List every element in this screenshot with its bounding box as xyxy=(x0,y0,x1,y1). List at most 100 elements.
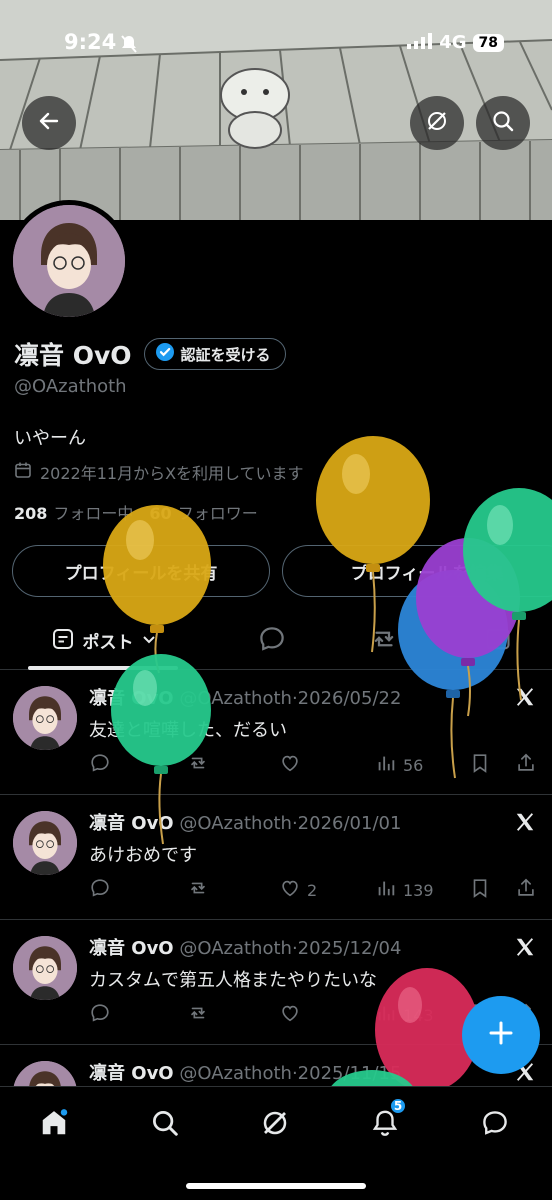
reply-icon xyxy=(89,877,111,903)
chat-icon xyxy=(480,1108,510,1142)
heart-icon xyxy=(279,1002,301,1028)
views-icon xyxy=(375,877,397,903)
post-header: 凛音 OvO @OAzathoth·2025/12/04 xyxy=(89,934,401,960)
post-avatar[interactable] xyxy=(13,811,77,875)
tab-posts[interactable]: ポスト xyxy=(28,612,178,669)
repost-tab-icon xyxy=(369,624,399,658)
like-button[interactable]: 2 xyxy=(279,877,317,903)
followers-count: 60 xyxy=(149,504,172,523)
followers-link[interactable]: 60 フォロワー xyxy=(149,500,257,524)
joined-text: 2022年11月からXを利用しています xyxy=(40,464,304,483)
share-button[interactable] xyxy=(515,877,537,903)
post-text: あけおめです xyxy=(89,845,197,866)
post-avatar[interactable] xyxy=(13,936,77,1000)
nav-home[interactable] xyxy=(34,1105,74,1145)
reply-button[interactable] xyxy=(89,877,111,903)
edit-profile-button[interactable]: プロフィールを編集 xyxy=(282,545,552,597)
views-icon xyxy=(375,752,397,778)
signal-icon xyxy=(407,32,433,53)
views-button[interactable]: 139 xyxy=(375,877,434,903)
search-button[interactable] xyxy=(476,96,530,150)
bookmark-button[interactable] xyxy=(469,877,491,903)
share-button[interactable] xyxy=(515,752,537,778)
following-label: フォロー中 xyxy=(53,504,134,523)
compose-post-button[interactable] xyxy=(462,996,540,1074)
post-text: カスタムで第五人格またやりたいな xyxy=(89,970,377,991)
post-row[interactable]: 凛音 OvO @OAzathoth·2026/05/22 友達と喧嘩した、だるい 5… xyxy=(0,670,552,795)
post-date: 2026/05/22 xyxy=(297,688,402,709)
search-icon xyxy=(491,109,515,137)
x-logo-icon[interactable] xyxy=(514,686,536,712)
reply-button[interactable] xyxy=(89,752,111,778)
bottom-navigation: 5 xyxy=(0,1086,552,1200)
views-icon xyxy=(375,1002,397,1028)
search-icon xyxy=(150,1108,180,1142)
tab-replies[interactable] xyxy=(230,612,314,669)
profile-name-row: 凛音 OvO 認証を受ける xyxy=(14,336,286,372)
reply-button[interactable] xyxy=(89,1002,111,1028)
tab-media[interactable] xyxy=(456,612,540,669)
like-count: 2 xyxy=(307,880,318,900)
repost-button[interactable] xyxy=(187,1002,209,1028)
post-header: 凛音 OvO @OAzathoth·2026/05/22 xyxy=(89,684,401,710)
battery-indicator: 78 xyxy=(472,33,504,52)
status-time: 9:24 xyxy=(64,30,117,54)
like-button[interactable] xyxy=(279,752,307,778)
post-author-handle: @OAzathoth xyxy=(179,688,292,709)
joined-date: 2022年11月からXを利用しています xyxy=(14,460,304,484)
bookmark-icon xyxy=(469,877,491,903)
post-author-name: 凛音 OvO xyxy=(89,1063,174,1084)
verified-badge-icon xyxy=(155,342,175,366)
repost-icon xyxy=(187,877,209,903)
silent-bell-icon xyxy=(120,34,138,58)
repost-button[interactable] xyxy=(187,752,209,778)
tab-posts-label: ポスト xyxy=(82,633,134,653)
nav-messages[interactable] xyxy=(475,1105,515,1145)
post-date: 2026/01/01 xyxy=(297,813,402,834)
post-author-name: 凛音 OvO xyxy=(89,938,174,959)
post-header: 凛音 OvO @OAzathoth·2025/11/15 xyxy=(89,1059,401,1085)
x-logo-icon[interactable] xyxy=(514,811,536,837)
view-count: 139 xyxy=(403,880,434,900)
nav-search[interactable] xyxy=(145,1105,185,1145)
following-link[interactable]: 208 フォロー中 xyxy=(14,500,133,524)
plus-icon xyxy=(487,1019,515,1051)
heart-icon xyxy=(279,752,301,778)
home-indicator xyxy=(186,1183,366,1189)
chevron-down-icon xyxy=(142,631,156,650)
repost-icon xyxy=(187,752,209,778)
home-icon xyxy=(39,1108,69,1142)
tab-reposts[interactable] xyxy=(342,612,426,669)
grok-button[interactable] xyxy=(410,96,464,150)
profile-tabs: ポスト xyxy=(0,612,552,670)
nav-grok[interactable] xyxy=(255,1105,295,1145)
follow-stats: 208 フォロー中 60 フォロワー xyxy=(14,500,258,524)
media-tab-icon xyxy=(484,625,512,657)
post-actions: 2 139 xyxy=(89,877,541,907)
avatar-image xyxy=(13,205,125,317)
like-button[interactable] xyxy=(279,1002,307,1028)
back-button[interactable] xyxy=(22,96,76,150)
post-actions: 56 xyxy=(89,752,541,782)
x-logo-icon[interactable] xyxy=(514,936,536,962)
share-icon xyxy=(515,877,537,903)
post-date: 2025/11/15 xyxy=(297,1063,402,1084)
posts-tab-icon xyxy=(51,627,75,655)
reply-tab-icon xyxy=(257,624,287,658)
post-row[interactable]: 凛音 OvO @OAzathoth·2026/01/01 あけおめです 2 139 xyxy=(0,795,552,920)
profile-bio: いやーん xyxy=(14,428,86,449)
post-author-handle: @OAzathoth xyxy=(179,1063,292,1084)
calendar-icon xyxy=(14,461,32,483)
repost-button[interactable] xyxy=(187,877,209,903)
share-profile-button[interactable]: プロフィールを共有 xyxy=(12,545,270,597)
profile-name: 凛音 OvO xyxy=(14,341,132,370)
profile-avatar[interactable] xyxy=(8,200,130,322)
views-button[interactable]: 143 xyxy=(375,1002,434,1028)
views-button[interactable]: 56 xyxy=(375,752,423,778)
reply-icon xyxy=(89,1002,111,1028)
post-header: 凛音 OvO @OAzathoth·2026/01/01 xyxy=(89,809,401,835)
bookmark-button[interactable] xyxy=(469,752,491,778)
get-verified-button[interactable]: 認証を受ける xyxy=(143,338,286,370)
post-avatar[interactable] xyxy=(13,686,77,750)
nav-notifications[interactable]: 5 xyxy=(365,1097,407,1145)
